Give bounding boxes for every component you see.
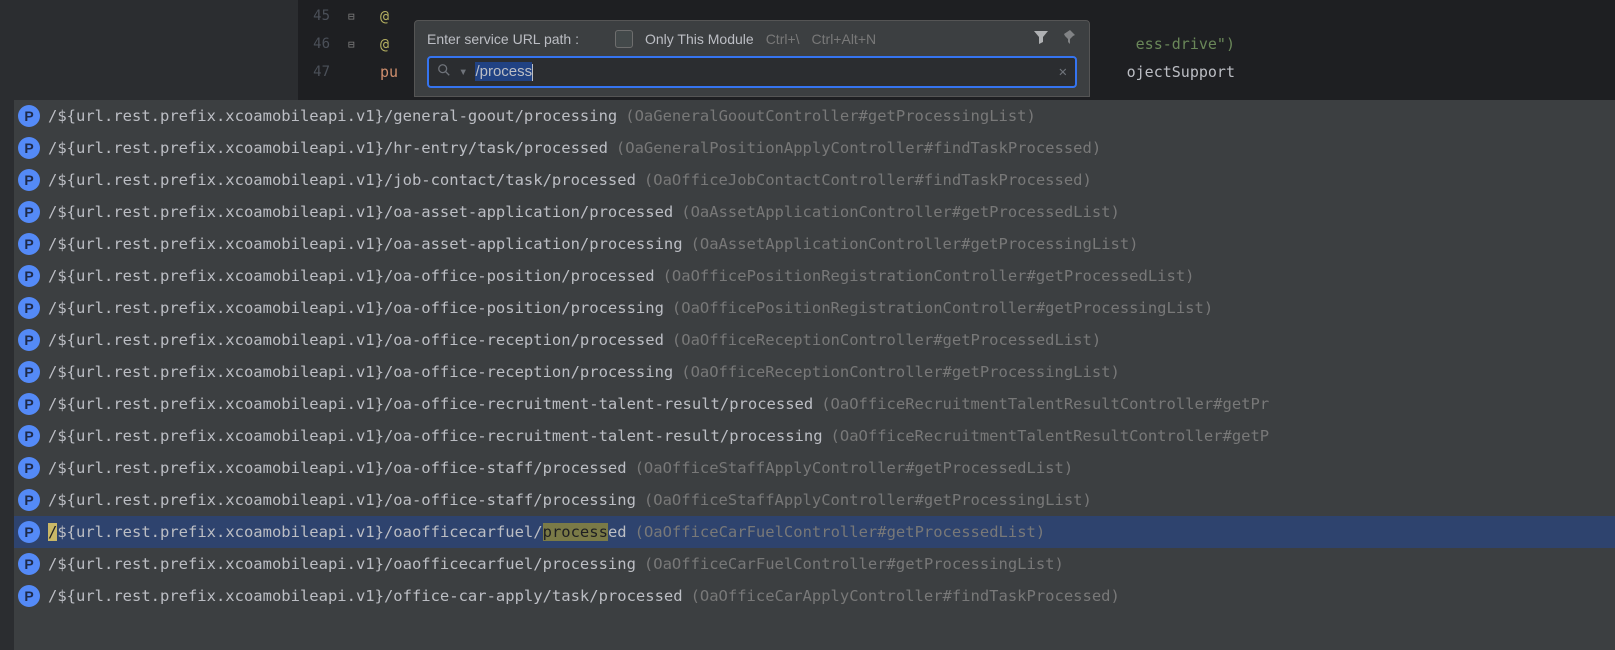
result-path: /${url.rest.prefix.xcoamobileapi.v1}/oao… — [48, 555, 636, 573]
http-method-icon: P — [18, 137, 40, 159]
result-controller: (OaOfficeRecruitmentTalentResultControll… — [821, 395, 1269, 413]
line-number: 45 — [298, 8, 348, 24]
result-path: /${url.rest.prefix.xcoamobileapi.v1}/oa-… — [48, 299, 664, 317]
result-controller: (OaOfficePositionRegistrationController#… — [672, 299, 1213, 317]
pin-icon[interactable] — [1061, 29, 1077, 48]
search-input-container[interactable]: ▾ /process ✕ — [427, 56, 1077, 88]
http-method-icon: P — [18, 553, 40, 575]
http-method-icon: P — [18, 233, 40, 255]
search-input[interactable]: /process — [475, 63, 1050, 81]
result-path: /${url.rest.prefix.xcoamobileapi.v1}/job… — [48, 171, 636, 189]
http-method-icon: P — [18, 425, 40, 447]
result-controller: (OaGeneralGooutController#getProcessingL… — [625, 107, 1036, 125]
result-controller: (OaOfficeCarApplyController#findTaskProc… — [691, 587, 1120, 605]
result-controller: (OaOfficeReceptionController#getProcessi… — [681, 363, 1120, 381]
code-fragment: ojectSupport — [1127, 63, 1615, 81]
http-method-icon: P — [18, 489, 40, 511]
result-controller: (OaGeneralPositionApplyController#findTa… — [616, 139, 1101, 157]
result-controller: (OaOfficeJobContactController#findTaskPr… — [644, 171, 1092, 189]
result-path: /${url.rest.prefix.xcoamobileapi.v1}/hr-… — [48, 139, 608, 157]
result-path: /${url.rest.prefix.xcoamobileapi.v1}/off… — [48, 587, 683, 605]
result-row[interactable]: P /${url.rest.prefix.xcoamobileapi.v1}/oa… — [14, 484, 1615, 516]
result-path: /${url.rest.prefix.xcoamobileapi.v1}/oa-… — [48, 363, 673, 381]
http-method-icon: P — [18, 297, 40, 319]
only-this-module-checkbox[interactable] — [615, 30, 633, 48]
clear-input-icon[interactable]: ✕ — [1059, 64, 1067, 80]
result-path: /${url.rest.prefix.xcoamobileapi.v1}/oa-… — [48, 235, 683, 253]
filter-icon[interactable] — [1033, 29, 1049, 48]
result-row[interactable]: P /${url.rest.prefix.xcoamobileapi.v1}/oa… — [14, 228, 1615, 260]
result-path: /${url.rest.prefix.xcoamobileapi.v1}/oa-… — [48, 331, 664, 349]
result-path: /${url.rest.prefix.xcoamobileapi.v1}/oao… — [48, 523, 627, 541]
search-results-list: P /${url.rest.prefix.xcoamobileapi.v1}/ge… — [14, 100, 1615, 650]
result-controller: (OaOfficeStaffApplyController#getProcess… — [644, 491, 1092, 509]
result-row[interactable]: P /${url.rest.prefix.xcoamobileapi.v1}/oa… — [14, 356, 1615, 388]
result-row[interactable]: P /${url.rest.prefix.xcoamobileapi.v1}/oa… — [14, 548, 1615, 580]
result-path: /${url.rest.prefix.xcoamobileapi.v1}/oa-… — [48, 427, 823, 445]
http-method-icon: P — [18, 105, 40, 127]
result-row[interactable]: P /${url.rest.prefix.xcoamobileapi.v1}/oa… — [14, 420, 1615, 452]
http-method-icon: P — [18, 585, 40, 607]
result-row[interactable]: P /${url.rest.prefix.xcoamobileapi.v1}/jo… — [14, 164, 1615, 196]
popup-title: Enter service URL path : — [427, 31, 579, 47]
result-row[interactable]: P /${url.rest.prefix.xcoamobileapi.v1}/oa… — [14, 260, 1615, 292]
result-path: /${url.rest.prefix.xcoamobileapi.v1}/oa-… — [48, 491, 636, 509]
result-row[interactable]: P /${url.rest.prefix.xcoamobileapi.v1}/oa… — [14, 324, 1615, 356]
result-path: /${url.rest.prefix.xcoamobileapi.v1}/oa-… — [48, 203, 673, 221]
line-number: 46 — [298, 36, 348, 52]
search-icon — [437, 63, 451, 81]
dropdown-arrow-icon[interactable]: ▾ — [459, 64, 467, 80]
result-controller: (OaOfficeRecruitmentTalentResultControll… — [831, 427, 1270, 445]
result-row[interactable]: P /${url.rest.prefix.xcoamobileapi.v1}/oa… — [14, 292, 1615, 324]
result-controller: (OaOfficeCarFuelController#getProcessing… — [644, 555, 1064, 573]
result-row[interactable]: P /${url.rest.prefix.xcoamobileapi.v1}/oa… — [14, 516, 1615, 548]
result-row[interactable]: P /${url.rest.prefix.xcoamobileapi.v1}/oa… — [14, 196, 1615, 228]
http-method-icon: P — [18, 393, 40, 415]
result-controller: (OaAssetApplicationController#getProcess… — [681, 203, 1120, 221]
only-this-module-label: Only This Module — [645, 31, 754, 47]
result-row[interactable]: P /${url.rest.prefix.xcoamobileapi.v1}/hr… — [14, 132, 1615, 164]
result-path: /${url.rest.prefix.xcoamobileapi.v1}/oa-… — [48, 459, 627, 477]
search-service-popup: Enter service URL path : Only This Modul… — [414, 20, 1090, 97]
shortcut-hint: Ctrl+\ — [766, 31, 800, 47]
line-number: 47 — [298, 64, 348, 80]
http-method-icon: P — [18, 457, 40, 479]
http-method-icon: P — [18, 201, 40, 223]
result-controller: (OaOfficeCarFuelController#getProcessedL… — [635, 523, 1046, 541]
result-controller: (OaOfficeStaffApplyController#getProcess… — [635, 459, 1074, 477]
result-path: /${url.rest.prefix.xcoamobileapi.v1}/oa-… — [48, 395, 813, 413]
result-controller: (OaOfficeReceptionController#getProcesse… — [672, 331, 1101, 349]
result-path: /${url.rest.prefix.xcoamobileapi.v1}/gen… — [48, 107, 617, 125]
result-controller: (OaOfficePositionRegistrationController#… — [663, 267, 1195, 285]
result-row[interactable]: P /${url.rest.prefix.xcoamobileapi.v1}/oa… — [14, 388, 1615, 420]
http-method-icon: P — [18, 169, 40, 191]
http-method-icon: P — [18, 521, 40, 543]
code-fragment: ess-drive") — [1136, 35, 1235, 53]
http-method-icon: P — [18, 329, 40, 351]
result-controller: (OaAssetApplicationController#getProcess… — [691, 235, 1139, 253]
http-method-icon: P — [18, 265, 40, 287]
result-row[interactable]: P /${url.rest.prefix.xcoamobileapi.v1}/oa… — [14, 452, 1615, 484]
result-path: /${url.rest.prefix.xcoamobileapi.v1}/oa-… — [48, 267, 655, 285]
result-row[interactable]: P /${url.rest.prefix.xcoamobileapi.v1}/ge… — [14, 100, 1615, 132]
http-method-icon: P — [18, 361, 40, 383]
shortcut-hint: Ctrl+Alt+N — [812, 31, 877, 47]
result-row[interactable]: P /${url.rest.prefix.xcoamobileapi.v1}/of… — [14, 580, 1615, 612]
